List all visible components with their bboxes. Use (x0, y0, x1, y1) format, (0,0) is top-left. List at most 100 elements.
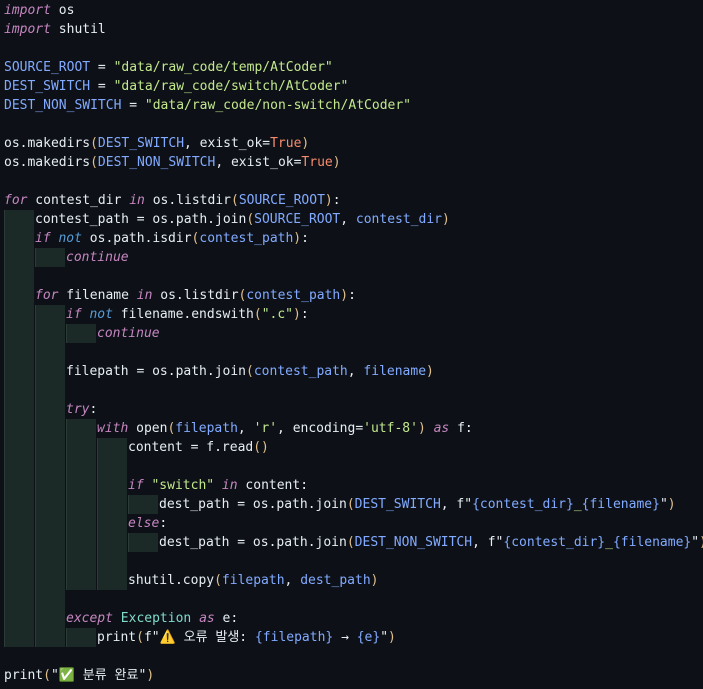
code-token: SOURCE_ROOT (254, 212, 341, 227)
indent-guide (4, 267, 34, 286)
code-token: ( (90, 155, 98, 170)
code-line[interactable]: dest_path = os.path.join(DEST_SWITCH, f"… (159, 495, 676, 514)
code-token: shutil.copy (128, 573, 215, 588)
code-editor[interactable]: import os import shutil SOURCE_ROOT = "dat… (0, 0, 703, 689)
code-token: ) (370, 573, 379, 588)
code-token: , encoding= (277, 421, 364, 436)
code-token: , f" (472, 535, 504, 550)
code-token: : (89, 402, 98, 417)
indent-guide (4, 248, 34, 267)
code-token: os.makedirs (4, 155, 91, 170)
code-token: ( (230, 193, 239, 208)
indent-guide (66, 419, 96, 438)
code-token: {e} (356, 630, 381, 645)
code-token: Exception (112, 611, 192, 626)
indent-guide (35, 590, 65, 609)
indent-guide (4, 628, 34, 647)
code-line[interactable]: print(f"⚠️ 오류 발생: {filepath} → {e}") (97, 628, 396, 647)
code-token: filename (363, 364, 427, 379)
code-line[interactable]: os.makedirs(DEST_SWITCH, exist_ok=True) (4, 134, 309, 153)
code-line[interactable]: os.makedirs(DEST_NON_SWITCH, exist_ok=Tr… (4, 153, 341, 172)
code-token: _ (605, 535, 613, 550)
indent-guide (35, 400, 65, 419)
code-token: ( (346, 535, 355, 550)
code-token: content: (237, 478, 309, 493)
code-line[interactable]: for filename in os.listdir(contest_path)… (35, 286, 356, 305)
code-token: import (4, 22, 51, 37)
code-token: " (691, 535, 700, 550)
code-token: " (380, 630, 389, 645)
code-token: 'r' (253, 421, 278, 436)
code-line[interactable]: if "switch" in content: (128, 476, 308, 495)
code-line[interactable]: import shutil (4, 20, 106, 39)
code-token: dest_path = os.path.join (159, 535, 347, 550)
code-token: {filepath} (254, 630, 334, 645)
code-token: : (332, 193, 341, 208)
code-token: content = f.read (128, 440, 254, 455)
code-line[interactable]: if not os.path.isdir(contest_path): (35, 229, 309, 248)
code-token: "data/raw_code/temp/AtCoder" (113, 60, 333, 75)
code-line[interactable]: SOURCE_ROOT = "data/raw_code/temp/AtCode… (4, 58, 333, 77)
indent-guide (66, 457, 96, 476)
code-line[interactable]: import os (4, 1, 74, 20)
code-token: os.makedirs (4, 136, 91, 151)
indent-guide (4, 609, 34, 628)
code-token: DEST_NON_SWITCH (354, 535, 473, 550)
code-token: DEST_SWITCH (97, 136, 185, 151)
code-line[interactable]: shutil.copy(filepath, dest_path) (128, 571, 378, 590)
code-line[interactable]: with open(filepath, 'r', encoding='utf-8… (97, 419, 473, 438)
code-token: continue (66, 250, 129, 265)
code-line[interactable]: if not filename.endswith(".c"): (66, 305, 309, 324)
code-line[interactable]: else: (128, 514, 167, 533)
code-token: True (301, 155, 333, 170)
code-token: ) (388, 630, 396, 645)
code-token: contest_path = os.path.join (35, 212, 247, 227)
code-line[interactable]: DEST_NON_SWITCH = "data/raw_code/non-swi… (4, 96, 411, 115)
code-token: True (270, 136, 302, 151)
code-line[interactable]: continue (97, 324, 160, 343)
code-line[interactable]: continue (66, 248, 129, 267)
code-token: ) (301, 136, 310, 151)
code-line[interactable]: filepath = os.path.join(contest_path, fi… (66, 362, 434, 381)
code-line[interactable]: try: (66, 400, 97, 419)
indent-guide (66, 495, 96, 514)
indent-guide (4, 324, 34, 343)
indent-guide (35, 305, 65, 324)
code-token: SOURCE_ROOT (238, 193, 325, 208)
indent-guide (4, 514, 34, 533)
indent-guide (4, 571, 34, 590)
code-token: ) (442, 212, 450, 227)
code-token: open (128, 421, 168, 436)
code-line[interactable]: contest_path = os.path.join(SOURCE_ROOT,… (35, 210, 450, 229)
indent-guide (35, 248, 65, 267)
code-line[interactable]: DEST_SWITCH = "data/raw_code/switch/AtCo… (4, 77, 348, 96)
code-token: "data/raw_code/non-switch/AtCoder" (144, 98, 411, 113)
code-token: contest_path (253, 364, 348, 379)
indent-guide (35, 362, 65, 381)
code-token: continue (97, 326, 160, 341)
code-token: f: (449, 421, 473, 436)
code-token: print (4, 668, 44, 683)
code-token: if (66, 307, 82, 322)
code-token: for (35, 288, 59, 303)
code-line[interactable]: print("✅ 분류 완료") (4, 666, 154, 685)
code-token: " (50, 668, 59, 683)
indent-guide (66, 438, 96, 457)
code-token: ( (253, 307, 262, 322)
code-line[interactable]: dest_path = os.path.join(DEST_NON_SWITCH… (159, 533, 703, 552)
code-token: e: (214, 611, 239, 626)
code-token: : (300, 307, 309, 322)
indent-guide (4, 400, 34, 419)
code-token: print (97, 630, 137, 645)
code-token: not (50, 231, 82, 246)
code-token: ( (214, 573, 222, 588)
code-token: ( (246, 364, 254, 379)
code-token: for (4, 193, 28, 208)
code-token: , exist_ok= (184, 136, 271, 151)
code-token: ) (293, 231, 302, 246)
code-line[interactable]: content = f.read() (128, 438, 269, 457)
code-token: {contest_dir} (503, 535, 606, 550)
code-line[interactable]: except Exception as e: (66, 609, 238, 628)
code-line[interactable]: for contest_dir in os.listdir(SOURCE_ROO… (4, 191, 341, 210)
code-token: os.listdir (152, 288, 239, 303)
